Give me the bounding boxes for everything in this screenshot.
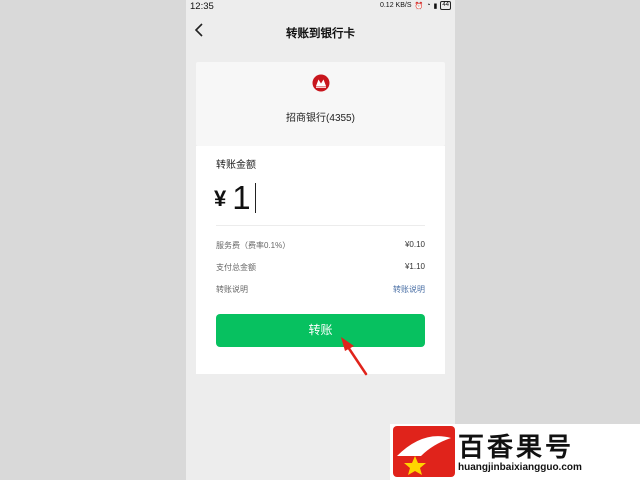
bank-logo-icon xyxy=(312,74,330,92)
bank-card-header: 招商银行(4355) xyxy=(196,62,445,146)
total-row: 支付总金额 ¥1.10 xyxy=(216,262,425,273)
total-label: 支付总金额 xyxy=(216,263,256,272)
transfer-button[interactable]: 转账 xyxy=(216,314,425,347)
wifi-icon: ◔ xyxy=(426,2,431,9)
net-speed-indicator: 0.12 KB/S xyxy=(379,2,412,9)
star-icon xyxy=(397,436,451,475)
status-bar: 12:35 0.12 KB/S ⏰ ◔ ▮ 44 xyxy=(186,0,455,14)
watermark-name: 百香果号 xyxy=(458,433,575,463)
text-caret xyxy=(254,183,257,213)
note-row: 转账说明 转账说明 xyxy=(216,284,425,295)
bank-name: 招商银行(4355) xyxy=(286,113,355,124)
note-label: 转账说明 xyxy=(216,285,248,294)
battery-icon: 44 xyxy=(440,1,451,10)
sim-icon: ▮ xyxy=(433,2,438,10)
watermark: 百香果号 huangjinbaixiangguo.com xyxy=(390,424,640,480)
nav-bar: 转账到银行卡 xyxy=(186,14,455,52)
alarm-icon: ⏰ xyxy=(414,2,424,10)
watermark-url: huangjinbaixiangguo.com xyxy=(458,462,582,473)
amount-label: 转账金额 xyxy=(216,160,256,171)
status-icons: 0.12 KB/S ⏰ ◔ ▮ 44 xyxy=(380,1,451,10)
amount-value: 1 xyxy=(232,179,251,216)
amount-input[interactable]: ¥ 1 xyxy=(214,179,257,216)
fee-row: 服务费（费率0.1%） ¥0.10 xyxy=(216,240,425,251)
fee-label: 服务费（费率0.1%） xyxy=(216,241,291,250)
left-backdrop xyxy=(0,0,186,480)
currency-symbol: ¥ xyxy=(214,186,227,211)
phone-screen: 12:35 0.12 KB/S ⏰ ◔ ▮ 44 转账到银行卡 招商银行(435… xyxy=(186,0,455,480)
watermark-logo xyxy=(393,426,455,477)
right-backdrop xyxy=(455,0,640,480)
transfer-form: 转账金额 ¥ 1 服务费（费率0.1%） ¥0.10 支付总金额 ¥1.10 转… xyxy=(196,146,445,374)
note-link[interactable]: 转账说明 xyxy=(393,284,425,295)
divider xyxy=(216,225,425,226)
page-title: 转账到银行卡 xyxy=(286,28,355,40)
status-time: 12:35 xyxy=(190,1,214,12)
fee-value: ¥0.10 xyxy=(404,240,425,249)
total-value: ¥1.10 xyxy=(404,262,425,271)
